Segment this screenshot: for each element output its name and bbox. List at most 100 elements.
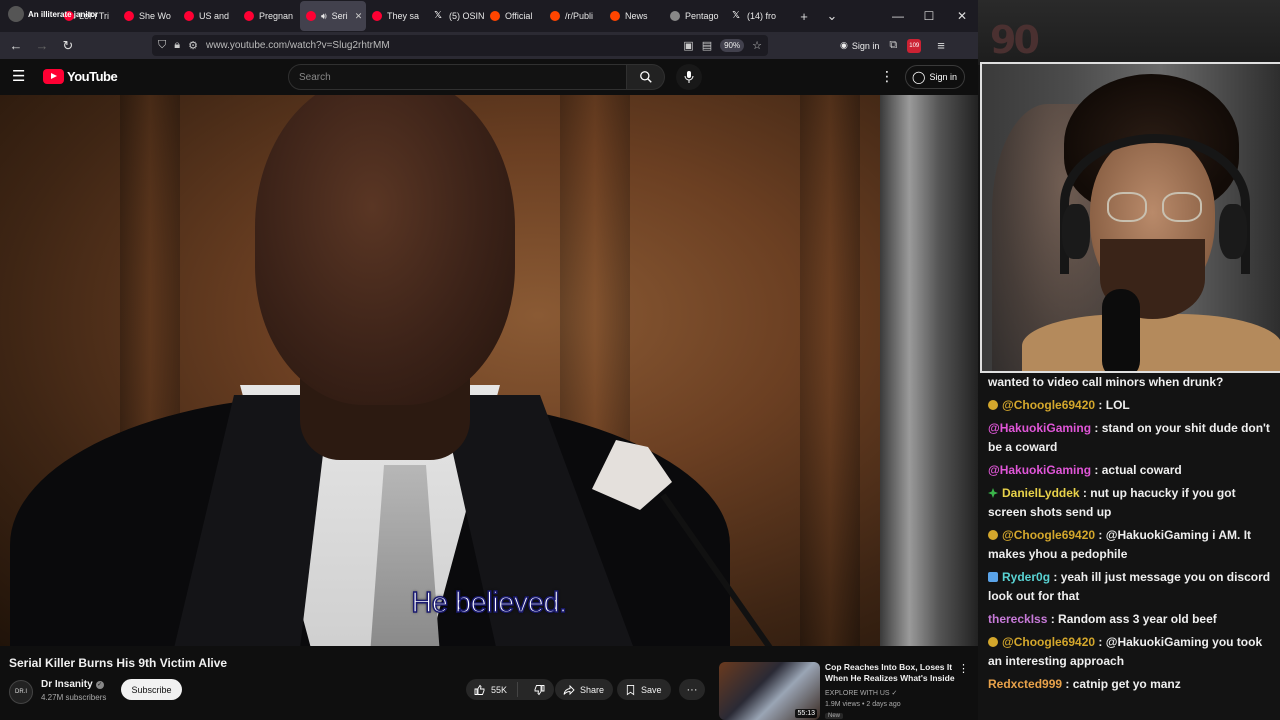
tab-label: Pregnan <box>259 11 294 21</box>
site-icon <box>670 11 680 21</box>
hamburger-menu-icon[interactable]: ☰ <box>12 68 30 86</box>
tab-label: (5) OSIN <box>449 11 484 21</box>
browser-tab[interactable]: Pregnan <box>238 1 300 31</box>
forward-icon[interactable]: → <box>29 34 55 58</box>
reader-view-icon[interactable]: ▤ <box>702 39 712 52</box>
list-tabs-icon[interactable]: ⌄ <box>818 8 846 24</box>
like-button[interactable]: 55K <box>466 682 519 697</box>
voice-search-button[interactable] <box>676 64 702 90</box>
channel-avatar[interactable]: DR.I <box>9 680 33 704</box>
share-button[interactable]: Share <box>555 679 613 700</box>
recommended-meta: 1.9M views • 2 days ago <box>825 701 901 708</box>
youtube-logo-text: YouTube <box>67 69 118 84</box>
chat-message: @Choogle69420 : @HakuokiGaming i AM. It … <box>988 526 1276 564</box>
webcam-headset <box>1060 134 1250 274</box>
tab-label: News <box>625 11 648 21</box>
chat-username: thereckIss <box>988 612 1048 626</box>
chat-text: LOL <box>1105 398 1130 412</box>
tab-label: She Wo <box>139 11 171 21</box>
chat-username: @Choogle69420 <box>1002 398 1096 412</box>
dislike-button[interactable] <box>523 684 554 696</box>
browser-tab[interactable]: They sa <box>366 1 428 31</box>
video-player[interactable]: He believed. <box>0 95 978 646</box>
url-text[interactable]: www.youtube.com/watch?v=Slug2rhtrMM <box>206 40 675 51</box>
maximize-icon[interactable]: ☐ <box>913 0 945 32</box>
chat-message: Ryder0g : yeah ill just message you on d… <box>988 568 1276 606</box>
coin-badge-icon <box>988 637 998 647</box>
recommended-thumbnail[interactable]: 55:13 <box>719 662 820 720</box>
app-menu-icon[interactable]: ≡ <box>937 38 945 53</box>
chat-message: @HakuokiGamingwanted to video call minor… <box>988 373 1276 392</box>
stream-header: 90 <box>978 0 1280 65</box>
reddit-icon <box>490 11 500 21</box>
stream-overlay: 90 @HakuokiGaming wanted to video call mi… <box>978 0 1280 720</box>
youtube-logo[interactable]: YouTube <box>43 69 118 84</box>
verified-icon: ✓ <box>95 680 104 689</box>
reload-icon[interactable]: ↻ <box>55 34 81 58</box>
chat-message: @Choogle69420 : @HakuokiGaming you took … <box>988 633 1276 671</box>
chat-text: Random ass 3 year old beef <box>1058 612 1217 626</box>
recommended-title[interactable]: Cop Reaches Into Box, Loses It When He R… <box>825 662 955 684</box>
channel-name[interactable]: Dr Insanity ✓ <box>41 679 104 690</box>
subscriber-count: 4.27M subscribers <box>41 693 107 702</box>
channel-name-text: Dr Insanity <box>41 679 93 690</box>
browser-tab[interactable]: /r/Publi <box>544 1 604 31</box>
browser-tab[interactable]: News <box>604 1 664 31</box>
tab-label: /r/Publi <box>565 11 594 21</box>
tab-label: (14) fro <box>747 11 777 21</box>
youtube-icon <box>244 11 254 21</box>
recommended-more-icon[interactable]: ⋮ <box>958 662 969 675</box>
search-placeholder: Search <box>299 71 331 83</box>
extensions-icon[interactable]: ⧉ <box>889 39 897 52</box>
tv-badge-icon <box>988 572 998 582</box>
user-circle-icon: ◯ <box>912 70 926 84</box>
save-button[interactable]: Save <box>617 679 671 700</box>
search-button[interactable] <box>627 64 665 90</box>
youtube-signin-label: Sign in <box>929 72 957 82</box>
picture-in-picture-icon[interactable]: ▣ <box>683 39 693 52</box>
browser-signin-button[interactable]: ◉ Sign in <box>840 40 879 51</box>
lock-icon[interactable]: 🔒︎ <box>174 39 180 52</box>
shield-icon[interactable]: ⛉ <box>158 39 166 52</box>
chat-username: Redxcted999 <box>988 677 1063 691</box>
more-actions-button[interactable]: ··· <box>679 679 705 700</box>
zoom-level-badge[interactable]: 90% <box>720 39 745 52</box>
webcam-microphone <box>1102 289 1140 371</box>
chat-separator: : <box>1079 486 1091 500</box>
tab-label: Official <box>505 11 533 21</box>
new-tab-button[interactable]: + <box>790 9 818 24</box>
permissions-icon[interactable]: ⚙ <box>188 39 198 52</box>
browser-tab[interactable]: US and <box>178 1 238 31</box>
chat-username: @HakuokiGaming <box>988 463 1092 477</box>
chat-text: actual coward <box>1101 463 1182 477</box>
recommended-channel[interactable]: EXPLORE WITH US ✓ <box>825 689 897 697</box>
back-icon[interactable]: ← <box>3 34 29 58</box>
audio-playing-icon[interactable]: 🔊︎ <box>321 11 327 22</box>
browser-tab[interactable]: Official <box>484 1 544 31</box>
chat-panel: @HakuokiGaming wanted to video call minor… <box>978 373 1280 720</box>
navigation-bar: ← → ↻ ⛉ 🔒︎ ⚙ www.youtube.com/watch?v=Slu… <box>0 32 978 59</box>
video-details: Serial Killer Burns His 9th Victim Alive… <box>0 646 978 720</box>
browser-tab[interactable]: She Wo <box>118 1 178 31</box>
tab-label: US and <box>199 11 230 21</box>
browser-tab[interactable]: 🔊︎ Seri ✕ <box>300 1 366 31</box>
tabs-container: LoFi Tri She Wo US and Pregnan 🔊︎ Seri ✕ They s… <box>0 0 790 32</box>
recommended-duration: 55:13 <box>795 709 817 718</box>
extension-badge[interactable]: 109 <box>907 38 922 53</box>
close-window-icon[interactable]: ✕ <box>946 0 978 32</box>
url-bar[interactable]: ⛉ 🔒︎ ⚙ www.youtube.com/watch?v=Slug2rhtr… <box>152 35 768 56</box>
browser-tab[interactable]: 𝕏 (14) fro <box>726 1 790 31</box>
browser-tab[interactable]: 𝕏 (5) OSIN <box>428 1 484 31</box>
bookmark-icon <box>626 684 635 695</box>
more-options-icon[interactable]: ⋮ <box>880 68 894 85</box>
close-tab-icon[interactable]: ✕ <box>355 11 363 22</box>
wood-panel <box>800 95 860 646</box>
verified-icon: ✓ <box>891 690 898 697</box>
bookmark-star-icon[interactable]: ☆ <box>752 39 762 52</box>
youtube-signin-button[interactable]: ◯ Sign in <box>905 65 965 89</box>
minimize-icon[interactable]: — <box>882 0 914 32</box>
webcam-shirt <box>1022 314 1280 371</box>
subscribe-button[interactable]: Subscribe <box>121 679 182 700</box>
search-input[interactable]: Search <box>288 64 627 90</box>
browser-tab[interactable]: Pentago <box>664 1 726 31</box>
